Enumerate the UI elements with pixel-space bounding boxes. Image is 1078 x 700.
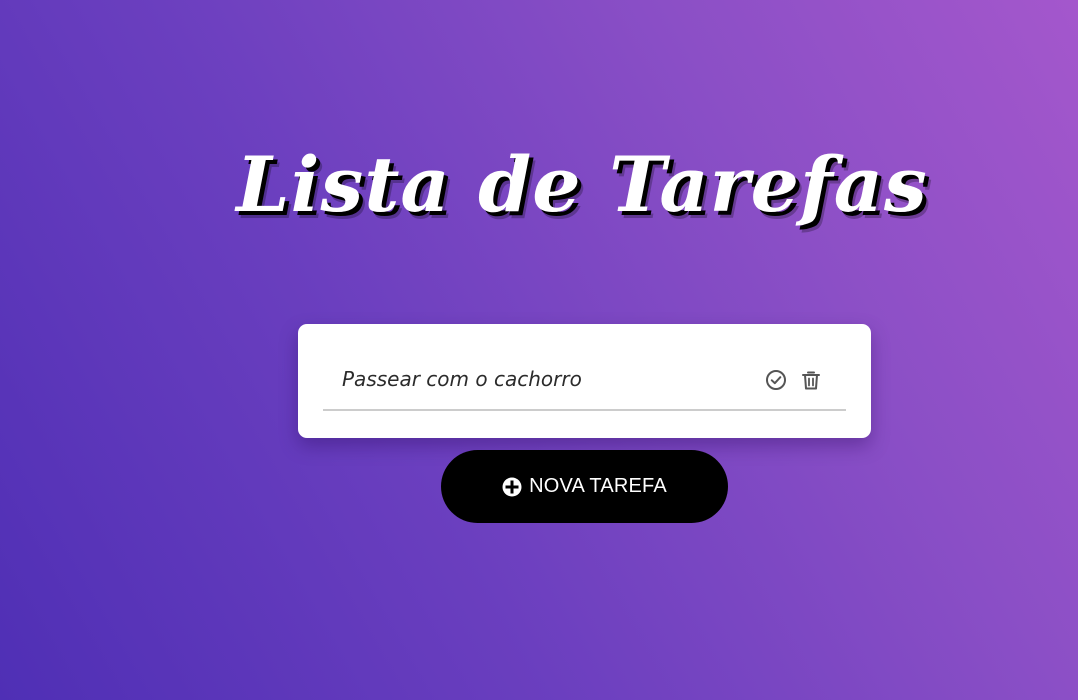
- check-circle-icon: [766, 370, 786, 390]
- add-task-label: NOVA TAREFA: [529, 475, 667, 497]
- task-list-card: Passear com o cachorro: [298, 324, 871, 438]
- page-title: Lista de Tarefas: [236, 140, 928, 229]
- trash-icon: [802, 371, 820, 390]
- add-task-button[interactable]: NOVA TAREFA: [441, 450, 728, 523]
- plus-circle-icon: [502, 477, 522, 497]
- task-text: Passear com o cachorro: [342, 367, 582, 391]
- delete-task-button[interactable]: [799, 368, 823, 392]
- complete-task-button[interactable]: [764, 368, 788, 392]
- task-item: Passear com o cachorro: [323, 355, 846, 411]
